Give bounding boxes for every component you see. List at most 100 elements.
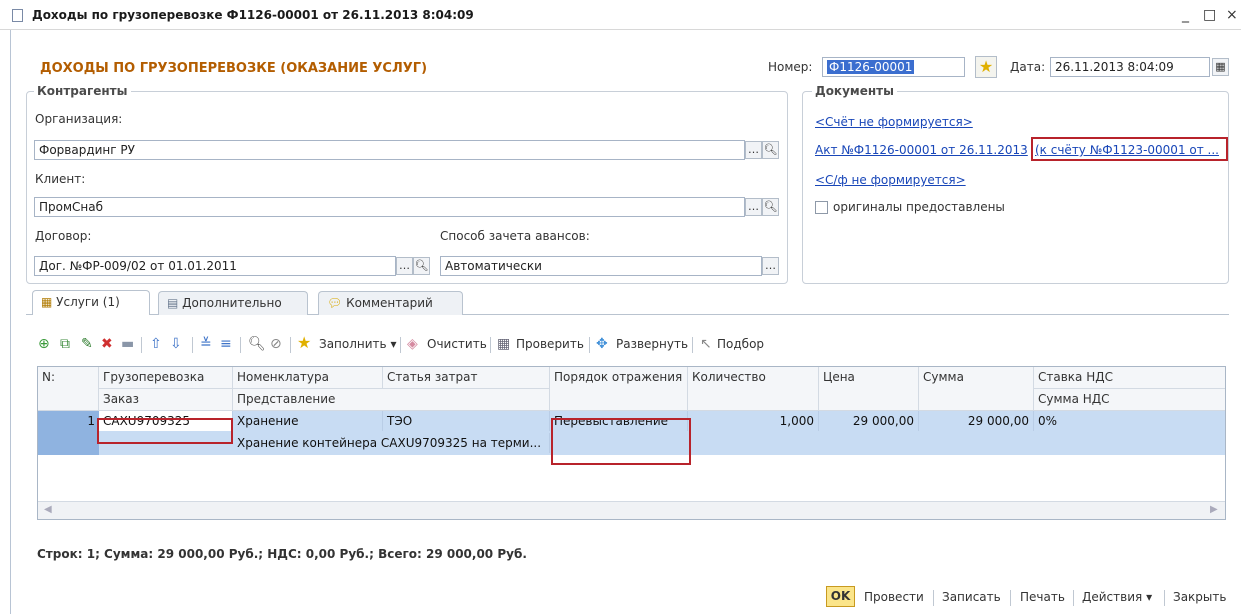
column-header[interactable]: Номенклатура [233,367,383,389]
horizontal-scrollbar[interactable] [38,501,1225,519]
summary-text: Строк: 1; Сумма: 29 000,00 Руб.; НДС: 0,… [37,547,527,561]
organization-field[interactable]: Форвардинг РУ [34,140,745,160]
invoice-link[interactable]: <Счёт не формируется> [815,115,973,129]
save-button[interactable]: Записать [942,590,1001,604]
cancel-find-icon[interactable]: ⊘ [270,335,282,353]
tab-services-label: Услуги (1) [56,295,120,309]
tab-comment-label: Комментарий [346,296,433,310]
originals-checkbox[interactable] [815,201,828,214]
contract-search-icon[interactable]: 🔍︎ [413,257,430,275]
check-button[interactable]: Проверить [516,337,584,351]
column-header[interactable]: Количество [688,367,819,411]
expand-button[interactable]: Развернуть [616,337,688,351]
dropdown-arrow-icon: ▾ [390,337,397,351]
select-button[interactable]: Подбор [717,337,764,351]
column-header[interactable]: Представление [233,389,550,411]
save-row-icon[interactable]: ▬ [121,335,134,353]
window-title: Доходы по грузоперевозке Ф1126-00001 от … [32,8,474,22]
column-header[interactable]: Порядок отражения [550,367,688,411]
representation-cell[interactable]: Хранение контейнера CAXU9709325 на терми… [233,433,550,453]
column-header[interactable]: N: [38,367,99,411]
contract-select-button[interactable]: … [396,257,413,275]
price-cell[interactable]: 29 000,00 [819,411,919,431]
act-reference-link[interactable]: (к счёту №Ф1123-00001 от ... [1035,143,1219,157]
post-button[interactable]: Провести [864,590,924,604]
close-button[interactable]: Закрыть [1173,590,1226,604]
minimize-button[interactable]: _ [1182,7,1189,23]
advance-method-label: Способ зачета авансов: [440,229,590,243]
quantity-cell[interactable]: 1,000 [688,411,819,431]
scroll-right-icon[interactable]: ▶ [1210,504,1218,515]
sort-desc-icon[interactable]: ≡ [220,335,232,353]
advance-method-field[interactable]: Автоматически [440,256,762,276]
client-label: Клиент: [35,172,86,186]
client-search-icon[interactable]: 🔍︎ [762,198,779,216]
copy-icon[interactable]: ⧉ [60,335,70,353]
button-separator [933,590,934,606]
scroll-left-icon[interactable]: ◀ [44,504,52,515]
row-number: 1 [87,414,95,428]
star-icon[interactable]: ★ [975,56,997,78]
actions-button[interactable]: Действия ▾ [1082,590,1152,604]
order-highlight [551,418,691,465]
column-header[interactable]: Статья затрат [383,367,550,389]
add-icon[interactable]: ⊕ [38,335,50,353]
calendar-icon[interactable]: ▦ [1212,58,1229,76]
tab-additional-label: Дополнительно [182,296,282,310]
table-icon: ▦ [41,295,53,309]
column-header[interactable]: Цена [819,367,919,411]
number-field[interactable]: Ф1126-00001 [822,57,965,77]
vat-rate-cell[interactable]: 0% [1034,411,1225,431]
find-icon[interactable]: 🔍︎ [248,335,266,353]
column-header[interactable]: Ставка НДС [1034,367,1225,389]
act-link[interactable]: Акт №Ф1126-00001 от 26.11.2013 [815,143,1028,157]
actions-label: Действия [1082,590,1143,604]
date-field[interactable]: 26.11.2013 8:04:09 [1050,57,1210,77]
delete-icon[interactable]: ✖ [101,335,113,353]
number-label: Номер: [768,60,813,74]
comment-icon: 💬︎ [327,296,343,310]
tab-comment[interactable]: 💬︎ Комментарий [318,291,463,315]
document-icon [12,9,23,22]
maximize-button[interactable]: □ [1203,7,1216,23]
fill-button[interactable]: Заполнить ▾ [319,337,396,351]
window-titlebar: Доходы по грузоперевозке Ф1126-00001 от … [0,0,1241,30]
client-field[interactable]: ПромСнаб [34,197,745,217]
organization-label: Организация: [35,112,123,126]
move-up-icon[interactable]: ⇧ [150,335,162,353]
toolbar-separator [490,337,491,353]
print-button[interactable]: Печать [1020,590,1065,604]
toolbar-separator [240,337,241,353]
column-header[interactable]: Сумма [919,367,1034,411]
advance-method-select-button[interactable]: … [762,257,779,275]
sort-asc-icon[interactable]: ≚ [200,335,212,353]
tab-additional[interactable]: ▤ Дополнительно [158,291,308,315]
move-down-icon[interactable]: ⇩ [170,335,182,353]
column-header[interactable]: Грузоперевозка [99,367,233,389]
clear-button[interactable]: Очистить [427,337,487,351]
pointer-icon: ↖ [700,336,712,352]
organization-search-icon[interactable]: 🔍︎ [762,141,779,159]
close-window-button[interactable]: × [1226,7,1238,23]
toolbar-separator [589,337,590,353]
ok-button[interactable]: OK [826,586,855,607]
documents-title: Документы [812,84,897,98]
column-header[interactable]: Заказ [99,389,233,411]
contract-field[interactable]: Дог. №ФР-009/02 от 01.01.2011 [34,256,396,276]
expand-icon: ✥ [596,336,608,352]
sum-cell[interactable]: 29 000,00 [919,411,1034,431]
toolbar-separator [141,337,142,353]
column-header[interactable]: Сумма НДС [1034,389,1225,411]
button-separator [1073,590,1074,606]
edit-icon[interactable]: ✎ [81,335,93,353]
nomenclature-cell[interactable]: Хранение [233,411,383,431]
client-select-button[interactable]: … [745,198,762,216]
cargo-highlight [97,418,233,444]
expense-cell[interactable]: ТЭО [383,411,550,431]
toolbar-separator [290,337,291,353]
sf-link[interactable]: <С/ф не формируется> [815,173,966,187]
tab-services[interactable]: ▦ Услуги (1) [32,290,150,315]
organization-select-button[interactable]: … [745,141,762,159]
eraser-icon: ◈ [407,336,418,352]
toolbar-separator [400,337,401,353]
